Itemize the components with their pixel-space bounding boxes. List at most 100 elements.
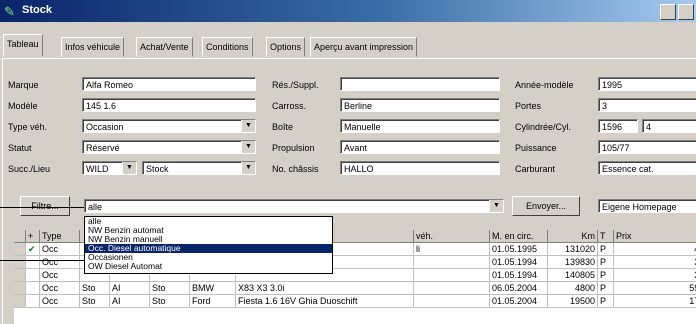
type-cell: Occ (40, 269, 80, 282)
annotation-line (0, 207, 84, 208)
date-cell: 01.05.1994 (490, 269, 548, 282)
date-cell: 01.05.1994 (490, 256, 548, 269)
t-cell: P (598, 282, 614, 295)
statut-select[interactable]: Réservé ▼ (82, 140, 256, 154)
cylindree-field[interactable]: 1596 (598, 119, 638, 133)
price-cell: 4' (614, 243, 696, 256)
tab-strip: Tableau Infos véhicule Achat/Vente Condi… (0, 34, 696, 59)
filter-select[interactable]: alle ▼ (84, 199, 504, 213)
modele-label: Modèle (8, 101, 38, 111)
no-chassis-label: No. châssis (272, 164, 319, 174)
puissance-label: Puissance (515, 143, 557, 153)
annee-field[interactable]: 1995 (598, 77, 696, 91)
puissance-field[interactable]: 105/77 (598, 140, 696, 154)
cylindree-label: Cylindrée/Cyl. (515, 122, 572, 132)
type-veh-value: Occasion (86, 122, 124, 132)
km-cell: 4800 (548, 282, 598, 295)
carburant-field[interactable]: Essence cat. (598, 161, 696, 175)
type-veh-select[interactable]: Occasion ▼ (82, 119, 256, 133)
boite-field[interactable]: Manuelle (340, 119, 500, 133)
date-cell: 01.05.2004 (490, 295, 548, 308)
table-row[interactable]: Occ Sto AI Sto BMW X83 X3 3.0i 06.05.200… (14, 282, 696, 295)
table-header-cell[interactable]: + (26, 230, 40, 243)
date-cell: 01.05.1995 (490, 243, 548, 256)
carburant-label: Carburant (515, 164, 556, 174)
km-cell: 139830 (548, 256, 598, 269)
carross-field[interactable]: Berline (340, 98, 500, 112)
no-chassis-field[interactable]: HALLO (340, 161, 500, 175)
cell (414, 295, 490, 308)
row-selector[interactable] (14, 256, 26, 269)
tab-options[interactable]: Options (266, 37, 306, 57)
chevron-down-icon[interactable]: ▼ (122, 162, 136, 174)
t-cell: P (598, 295, 614, 308)
type-cell: Occ (40, 243, 80, 256)
filter-button[interactable]: Filtre... (20, 196, 70, 216)
table-header-cell[interactable]: Prix (614, 230, 696, 243)
tab-achat-vente[interactable]: Achat/Vente (136, 37, 193, 57)
type-cell: Occ (40, 256, 80, 269)
row-selector[interactable] (14, 282, 26, 295)
make-cell: Ford (190, 295, 236, 308)
succursale-select[interactable]: WILD ▼ (82, 161, 137, 175)
date-cell: 06.05.2004 (490, 282, 548, 295)
cell: Sto (150, 282, 190, 295)
tab-infos-vehicule[interactable]: Infos véhicule (61, 37, 125, 57)
table-header-cell[interactable]: T (598, 230, 614, 243)
cell: AI (110, 295, 150, 308)
title-bar[interactable]: ✎ Stock (0, 0, 696, 22)
table-header-cell[interactable]: Km (548, 230, 598, 243)
make-cell: BMW (190, 282, 236, 295)
table-header-cell[interactable]: véh. (414, 230, 490, 243)
table-header-cell[interactable]: Type (40, 230, 80, 243)
marque-label: Marque (8, 80, 39, 90)
succursale-value: WILD (86, 164, 109, 174)
modele-field[interactable]: 145 1.6 (82, 98, 256, 112)
chevron-down-icon[interactable]: ▼ (241, 162, 255, 174)
boite-label: Boîte (272, 122, 294, 132)
chevron-down-icon[interactable]: ▼ (489, 200, 503, 212)
row-selector[interactable] (14, 295, 26, 308)
portes-field[interactable]: 3 (598, 98, 696, 112)
marque-field[interactable]: Alfa Romeo (82, 77, 256, 91)
tab-apercu[interactable]: Aperçu avant impression (310, 37, 418, 57)
table-row[interactable]: Occ Sto AI Sto Ford Fiesta 1.6 16V Ghia … (14, 295, 696, 308)
filter-dropdown-list: alle NW Benzin automat NW Benzin manuell… (84, 216, 333, 274)
chevron-down-icon[interactable]: ▼ (241, 120, 255, 132)
t-cell: P (598, 269, 614, 282)
km-cell: 19500 (548, 295, 598, 308)
cylindres-field[interactable]: 4 (642, 119, 696, 133)
cell: Sto (80, 282, 110, 295)
check-icon: ✔ (26, 243, 40, 256)
annotation-line (0, 260, 84, 261)
homepage-select[interactable]: Eigene Homepage (598, 199, 696, 213)
res-suppl-label: Rés./Suppl. (272, 80, 319, 90)
t-cell: P (598, 243, 614, 256)
check-icon (26, 256, 40, 269)
tab-tableau[interactable]: Tableau (3, 34, 43, 57)
maximize-button[interactable] (678, 4, 694, 20)
cell: AI (110, 282, 150, 295)
filter-value: alle (88, 202, 103, 212)
propulsion-field[interactable]: Avant (340, 140, 500, 154)
stock-window: ✎ Stock Tableau Infos véhicule Achat/Ven… (0, 0, 696, 324)
tab-conditions[interactable]: Conditions (202, 37, 253, 57)
check-icon (26, 269, 40, 282)
price-cell: 59' (614, 282, 696, 295)
km-cell: 131020 (548, 243, 598, 256)
type-veh-label: Type véh. (8, 122, 48, 132)
res-suppl-field[interactable] (340, 77, 500, 91)
cell (414, 282, 490, 295)
window-title: Stock (22, 4, 52, 16)
model-cell: Fiesta 1.6 16V Ghia Duoschift (236, 295, 414, 308)
dropdown-option[interactable]: OW Diesel Automat (85, 262, 332, 271)
minimize-button[interactable] (660, 4, 676, 20)
chevron-down-icon[interactable]: ▼ (241, 141, 255, 153)
table-header-cell[interactable]: M. en circ. (490, 230, 548, 243)
portes-label: Portes (515, 101, 542, 111)
t-cell: P (598, 256, 614, 269)
row-selector[interactable] (14, 269, 26, 282)
send-button[interactable]: Envoyer... (512, 196, 580, 216)
lieu-select[interactable]: Stock ▼ (142, 161, 256, 175)
row-selector[interactable] (14, 243, 26, 256)
